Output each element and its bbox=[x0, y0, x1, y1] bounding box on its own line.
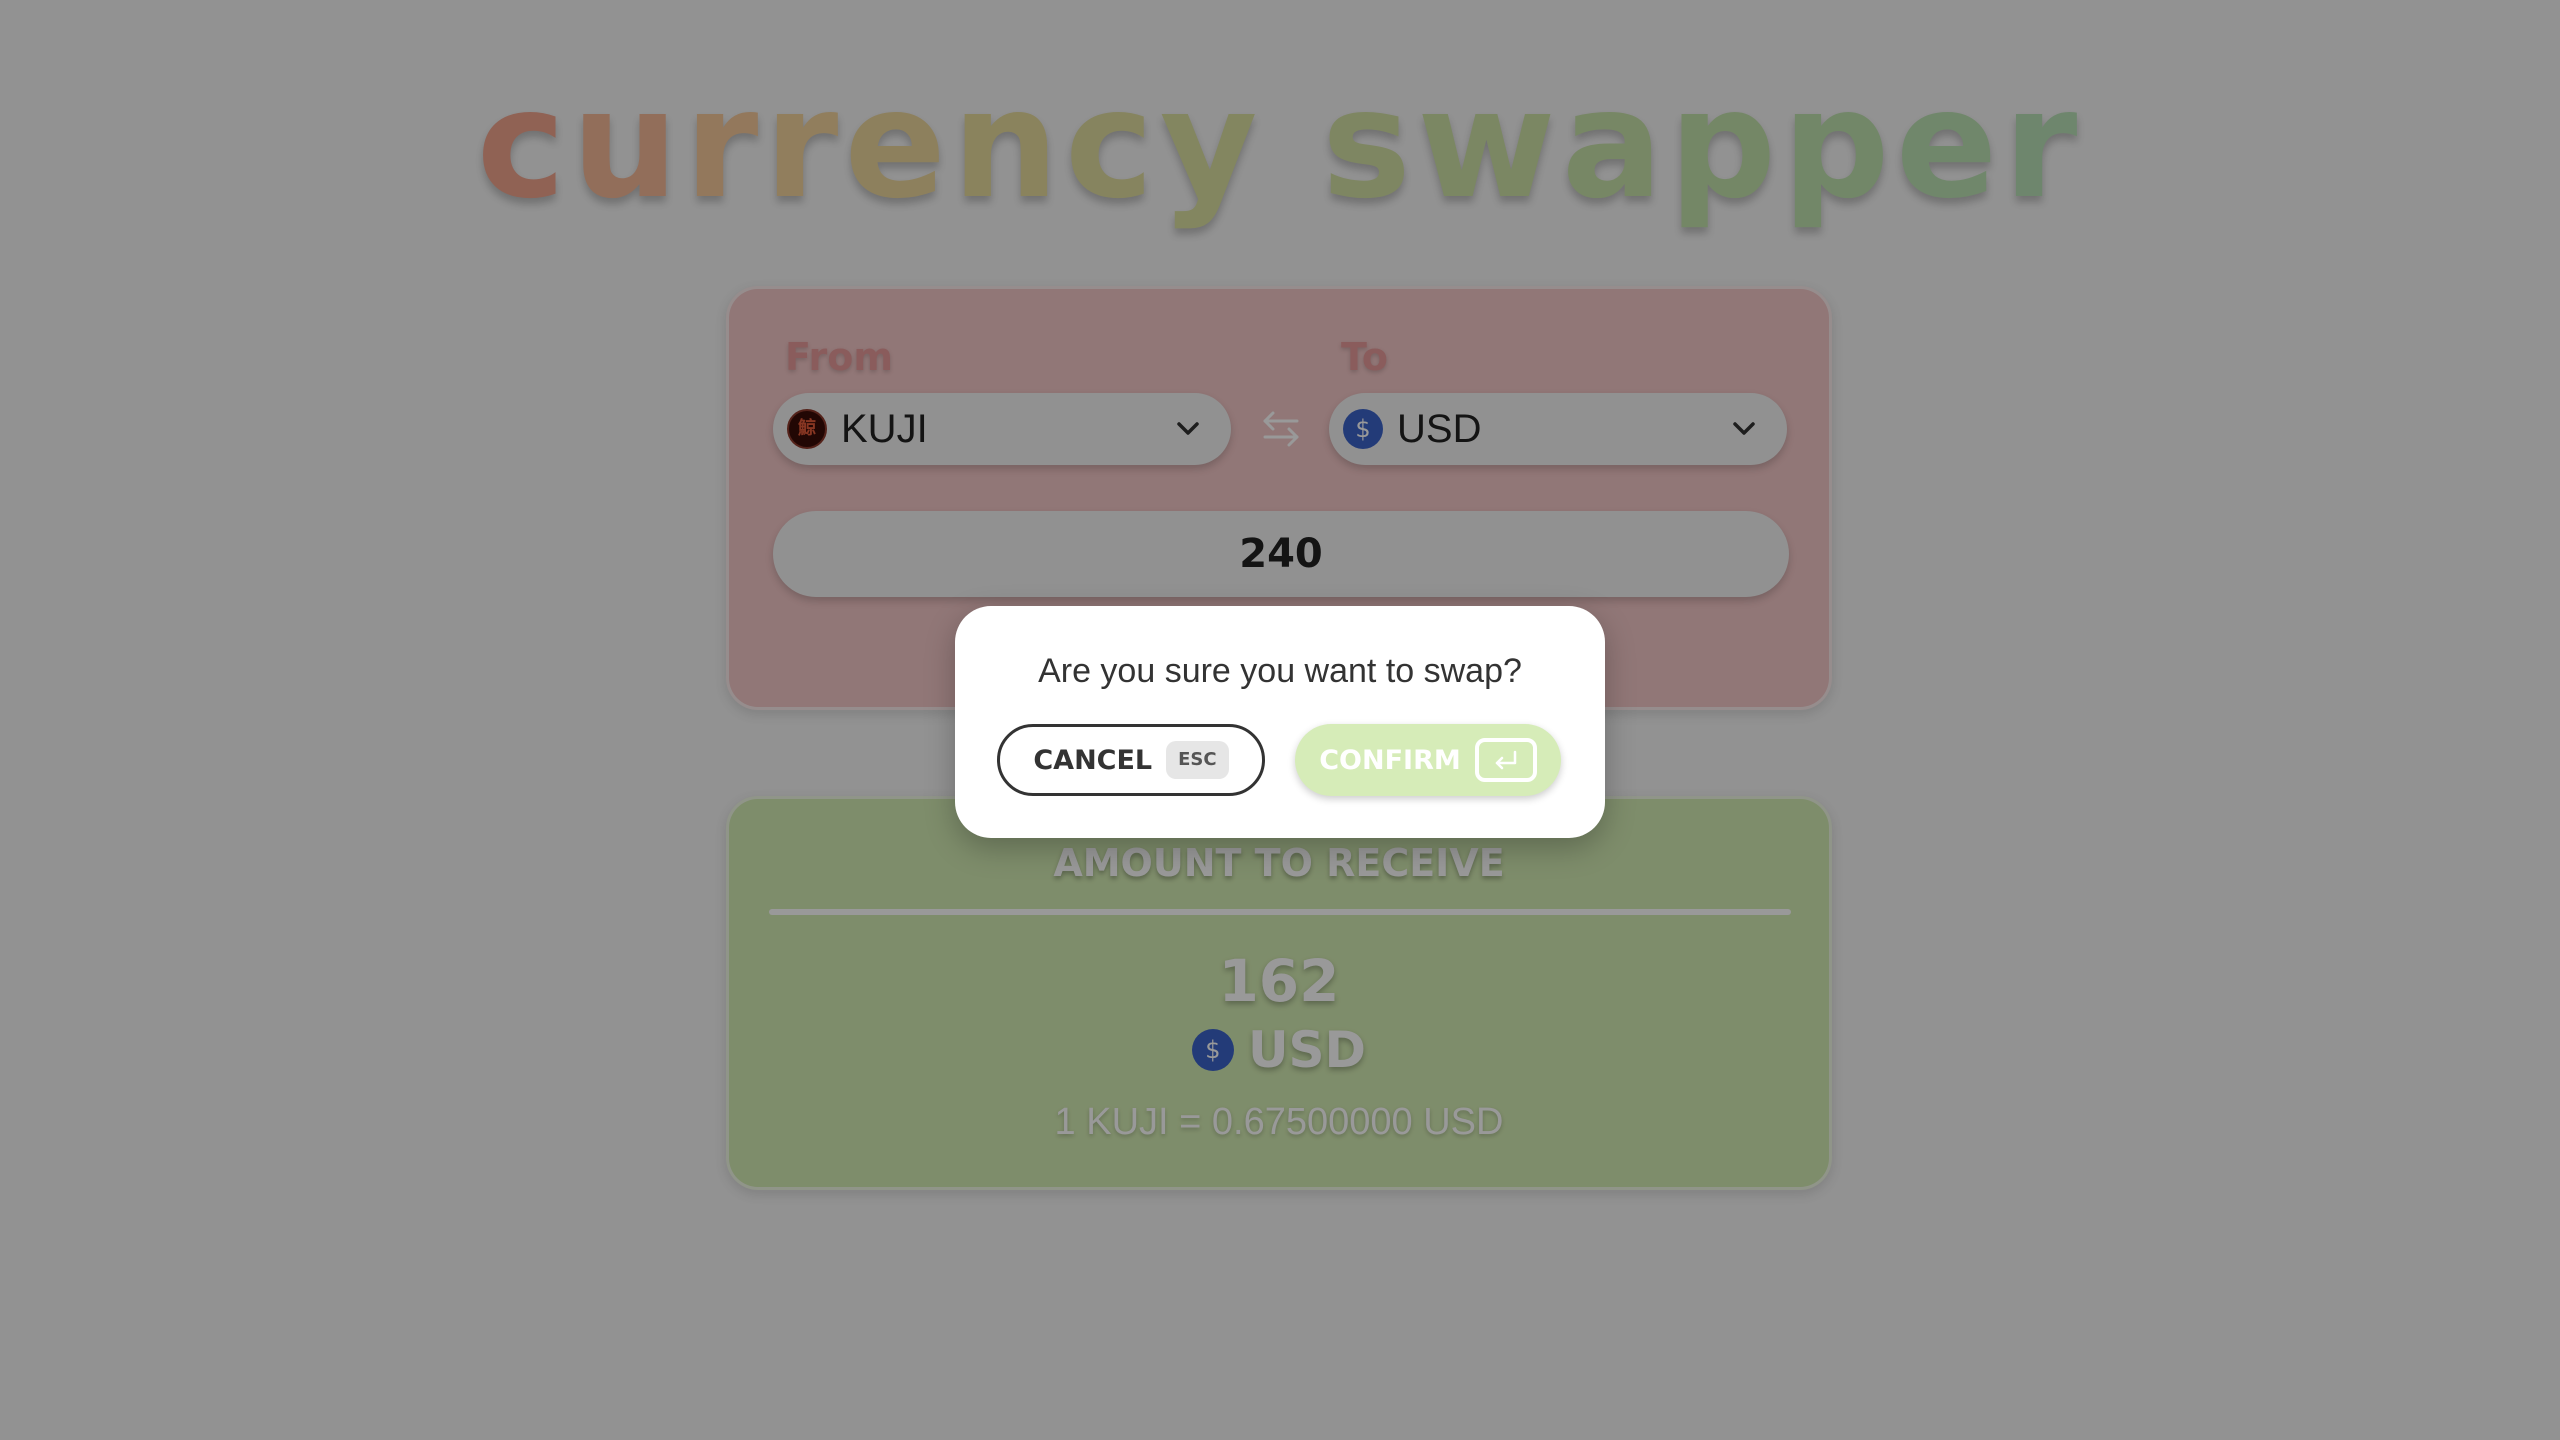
confirm-button-label: CONFIRM bbox=[1319, 744, 1461, 776]
cancel-button[interactable]: CANCEL ESC bbox=[997, 724, 1265, 796]
confirm-swap-dialog: Are you sure you want to swap? CANCEL ES… bbox=[955, 606, 1605, 838]
cancel-button-label: CANCEL bbox=[1033, 744, 1153, 776]
esc-key-hint: ESC bbox=[1166, 741, 1229, 779]
enter-key-icon bbox=[1474, 738, 1537, 782]
confirm-button[interactable]: CONFIRM bbox=[1295, 724, 1561, 796]
dialog-question: Are you sure you want to swap? bbox=[1038, 652, 1522, 690]
